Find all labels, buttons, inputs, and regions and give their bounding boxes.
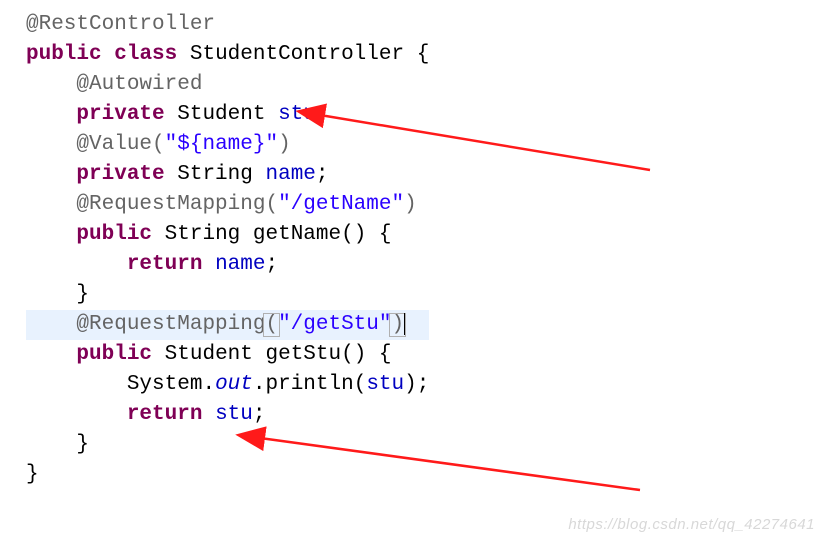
code-line: } [26,460,429,490]
code-line: return name; [26,250,429,280]
code-line: @RequestMapping("/getName") [26,190,429,220]
code-line: public String getName() { [26,220,429,250]
code-line: @RequestMapping("/getStu") [26,310,429,340]
gutter [0,0,26,490]
code-line: } [26,280,429,310]
watermark: https://blog.csdn.net/qq_42274641 [568,516,815,533]
code-line: } [26,430,429,460]
code-area: @RestControllerpublic class StudentContr… [26,0,429,490]
code-line: private String name; [26,160,429,190]
code-line: public Student getStu() { [26,340,429,370]
code-line: @Value("${name}") [26,130,429,160]
code-line: @Autowired [26,70,429,100]
code-line: public class StudentController { [26,40,429,70]
code-editor: @RestControllerpublic class StudentContr… [0,0,835,490]
code-line: private Student stu; [26,100,429,130]
code-line: System.out.println(stu); [26,370,429,400]
code-line: @RestController [26,10,429,40]
code-line: return stu; [26,400,429,430]
